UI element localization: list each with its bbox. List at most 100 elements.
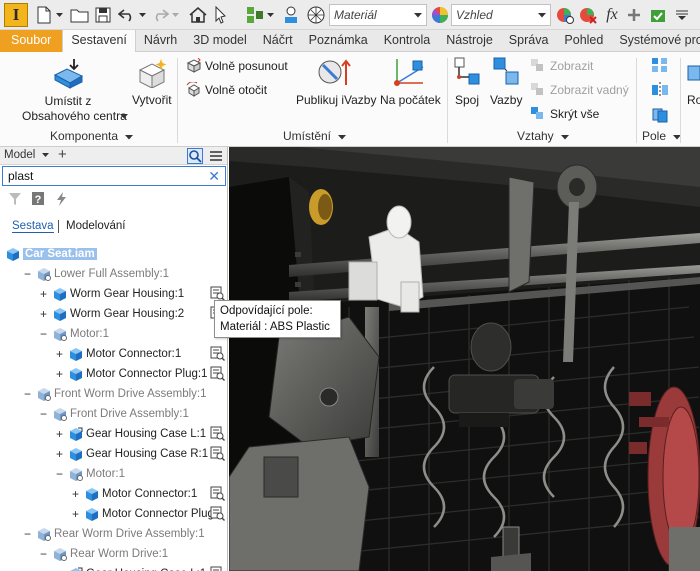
- expand-icon[interactable]: +: [70, 487, 81, 501]
- place-from-content-center-icon[interactable]: [52, 57, 86, 92]
- tab-sketch[interactable]: Náčrt: [255, 30, 301, 52]
- create-component-button[interactable]: Vytvořit: [132, 93, 172, 107]
- new-file-dropdown-icon[interactable]: [54, 4, 64, 26]
- match-indicator-icon[interactable]: [210, 446, 225, 461]
- parameters-icon[interactable]: fx: [601, 4, 623, 26]
- tree-node[interactable]: + Motor Connector:1: [70, 484, 197, 503]
- constraints-button[interactable]: Vazby: [490, 93, 522, 107]
- select-cursor-icon[interactable]: [210, 4, 232, 26]
- browser-tab-model[interactable]: Model: [4, 149, 49, 161]
- tree-node[interactable]: + Motor Connector Plug:1: [54, 364, 207, 383]
- tab-view[interactable]: Pohled: [556, 30, 611, 52]
- tab-file[interactable]: Soubor: [0, 30, 63, 52]
- clear-search-icon[interactable]: ✕: [208, 168, 220, 184]
- expand-icon[interactable]: +: [54, 447, 65, 461]
- lightning-icon[interactable]: [55, 191, 69, 207]
- joint-icon[interactable]: [453, 56, 483, 89]
- origin-button[interactable]: Na počátek: [380, 93, 441, 107]
- tab-assemble[interactable]: Sestavení: [62, 30, 136, 53]
- joint-button[interactable]: Spoj: [455, 93, 479, 107]
- appearance-select[interactable]: Vzhled: [451, 4, 551, 26]
- open-folder-icon[interactable]: [68, 4, 90, 26]
- add-browser-tab-icon[interactable]: +: [58, 147, 67, 163]
- tab-annotate[interactable]: Poznámka: [301, 30, 376, 52]
- view-modeling[interactable]: Modelování: [66, 220, 125, 232]
- tree-node[interactable]: − Lower Full Assembly:1: [22, 264, 169, 283]
- group-label-component[interactable]: Komponenta: [50, 129, 134, 143]
- show-sick-button[interactable]: Zobrazit vadný: [550, 83, 629, 97]
- free-rotate-icon[interactable]: [186, 81, 202, 101]
- constraints-icon[interactable]: [492, 56, 522, 89]
- collapse-icon[interactable]: −: [22, 527, 33, 541]
- app-logo[interactable]: I: [4, 3, 28, 27]
- free-rotate-button[interactable]: Volně otočit: [205, 83, 267, 97]
- match-indicator-icon[interactable]: [210, 506, 225, 521]
- collapse-icon[interactable]: −: [22, 387, 33, 401]
- tree-node[interactable]: + Gear Housing Case L:1: [54, 424, 206, 443]
- expand-icon[interactable]: +: [54, 367, 65, 381]
- pattern-component-icon[interactable]: [651, 57, 669, 76]
- expand-icon[interactable]: +: [70, 507, 81, 521]
- tab-manage[interactable]: Správa: [501, 30, 557, 52]
- new-file-icon[interactable]: [34, 4, 54, 26]
- match-indicator-icon[interactable]: [210, 366, 225, 381]
- undo-dropdown-icon[interactable]: [137, 4, 147, 26]
- origin-icon[interactable]: [393, 57, 427, 90]
- tree-node[interactable]: − Motor:1: [38, 324, 109, 343]
- appearance-color-wheel-icon[interactable]: [430, 4, 450, 26]
- free-move-button[interactable]: Volně posunout: [205, 59, 288, 73]
- clear-appearance-icon[interactable]: [577, 4, 599, 26]
- browser-search-toggle[interactable]: [187, 148, 203, 164]
- tree-node[interactable]: − Rear Worm Drive Assembly:1: [22, 524, 205, 543]
- place-from-content-center-button[interactable]: Umístit z Obsahového centra: [22, 94, 127, 124]
- tab-environments[interactable]: Systémové pro: [611, 30, 700, 52]
- publish-ivazby-icon[interactable]: [318, 57, 352, 90]
- adjust-appearance-icon[interactable]: [554, 4, 576, 26]
- help-icon[interactable]: ?: [31, 191, 45, 206]
- browser-search-input[interactable]: [3, 167, 203, 185]
- collapse-icon[interactable]: −: [22, 267, 33, 281]
- cut-icon[interactable]: [687, 64, 700, 85]
- tab-inspect[interactable]: Kontrola: [376, 30, 439, 52]
- expand-icon[interactable]: +: [54, 427, 65, 441]
- group-label-relationships[interactable]: Vztahy: [517, 129, 570, 143]
- collapse-icon[interactable]: −: [54, 467, 65, 481]
- hide-all-button[interactable]: Skrýt vše: [550, 107, 599, 121]
- tree-node[interactable]: − Rear Worm Drive:1: [38, 544, 168, 563]
- tree-root-node[interactable]: Car Seat.iam: [6, 244, 97, 263]
- tree-node[interactable]: − Front Worm Drive Assembly:1: [22, 384, 207, 403]
- tree-node[interactable]: − Motor:1: [54, 464, 125, 483]
- undo-icon[interactable]: [117, 4, 137, 26]
- browser-menu-icon[interactable]: [209, 149, 223, 163]
- expand-icon[interactable]: +: [38, 307, 49, 321]
- place-dropdown-icon[interactable]: [120, 108, 128, 122]
- match-indicator-icon[interactable]: [210, 346, 225, 361]
- copy-component-icon[interactable]: [651, 107, 669, 126]
- tree-node[interactable]: + Worm Gear Housing:1: [38, 284, 184, 303]
- tab-tools[interactable]: Nástroje: [438, 30, 501, 52]
- tree-node[interactable]: − Front Drive Assembly:1: [38, 404, 189, 423]
- publish-ivazby-button[interactable]: Publikuj iVazby: [296, 93, 376, 107]
- expand-icon[interactable]: +: [54, 347, 65, 361]
- tree-node[interactable]: + Motor Connector Plug:1: [70, 504, 223, 523]
- match-indicator-icon[interactable]: [210, 486, 225, 501]
- redo-icon[interactable]: [150, 4, 170, 26]
- mirror-icon[interactable]: [651, 82, 669, 101]
- expand-icon[interactable]: +: [38, 287, 49, 301]
- collapse-icon[interactable]: −: [38, 547, 49, 561]
- match-indicator-icon[interactable]: [210, 566, 225, 571]
- tab-3d-model[interactable]: 3D model: [185, 30, 255, 52]
- material-ball-icon[interactable]: [305, 4, 327, 26]
- tree-node[interactable]: + Motor Connector:1: [54, 344, 181, 363]
- create-component-icon[interactable]: [137, 58, 167, 91]
- filter-icon[interactable]: [8, 192, 22, 206]
- show-button[interactable]: Zobrazit: [550, 59, 593, 73]
- update-dropdown-icon[interactable]: [265, 4, 275, 26]
- tree-node[interactable]: + Gear Housing Case R:1: [54, 444, 208, 463]
- group-label-position[interactable]: Umístění: [283, 129, 347, 143]
- material-select[interactable]: Materiál: [329, 4, 427, 26]
- tab-design[interactable]: Návrh: [136, 30, 185, 52]
- add-icon[interactable]: [624, 4, 644, 26]
- collapse-icon[interactable]: −: [38, 327, 49, 341]
- properties-icon[interactable]: [280, 4, 302, 26]
